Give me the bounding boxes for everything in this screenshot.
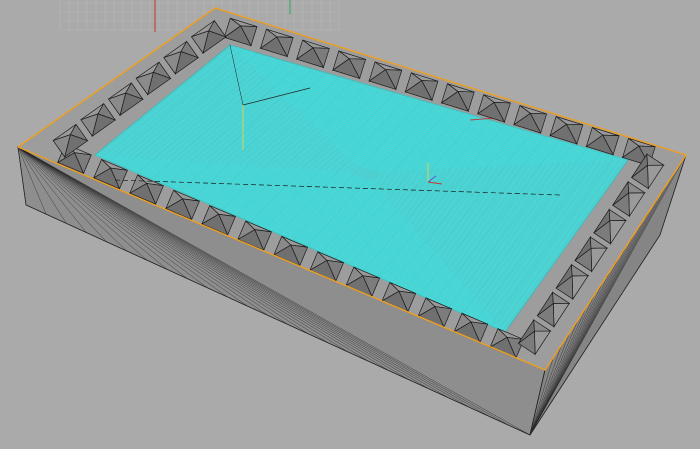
viewport-canvas[interactable]: [0, 0, 700, 449]
rhino-viewport[interactable]: [0, 0, 700, 449]
